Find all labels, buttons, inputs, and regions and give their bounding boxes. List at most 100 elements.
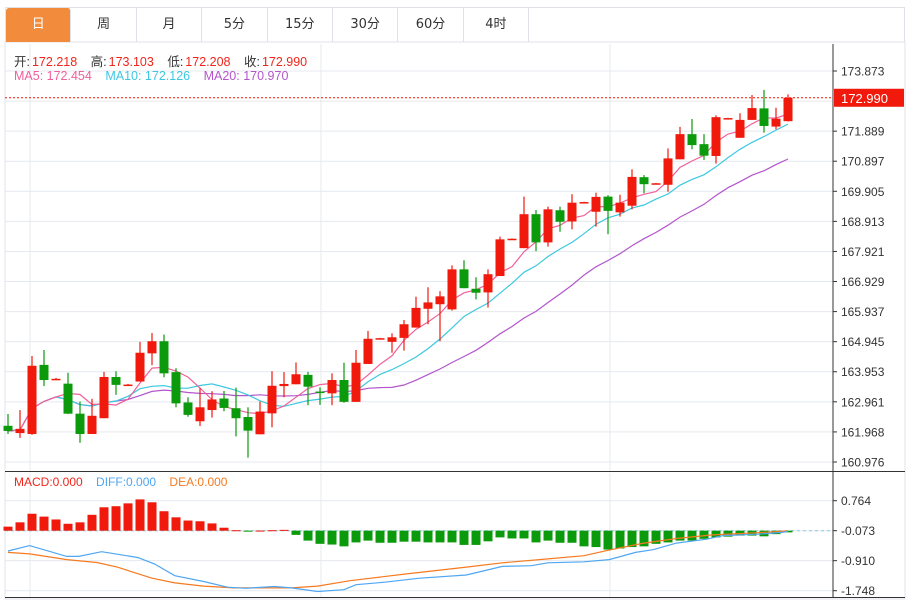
candle-body xyxy=(759,108,769,126)
macd-bar-negative xyxy=(363,530,373,541)
candle-body xyxy=(111,376,121,385)
macd-bar-negative xyxy=(543,530,553,541)
candle-body xyxy=(447,269,457,310)
candle-down xyxy=(339,362,349,403)
price-tick-label: 161.968 xyxy=(841,425,885,439)
candle-body xyxy=(639,177,649,185)
macd-bar-positive xyxy=(123,503,133,531)
candle-body xyxy=(51,378,61,381)
macd-legend-value: MACD:0.000 xyxy=(14,475,83,489)
candle-up xyxy=(351,350,361,402)
tab-7[interactable]: 4时 xyxy=(464,8,530,42)
macd-bar-positive xyxy=(99,507,109,531)
candle-body xyxy=(159,341,169,374)
macd-bar-positive xyxy=(135,499,145,531)
macd-bar-negative xyxy=(519,530,529,539)
candle-up xyxy=(735,113,745,138)
ma20-legend: MA20: 170.970 xyxy=(203,69,289,83)
low-value: 172.208 xyxy=(185,55,231,69)
macd-tick-label: -1.748 xyxy=(841,584,875,598)
candle-body xyxy=(663,158,673,185)
price-tick-label: 165.937 xyxy=(841,305,885,319)
candle-down xyxy=(39,350,49,387)
candle-body xyxy=(615,202,625,213)
candle-body xyxy=(495,239,505,277)
candle-up xyxy=(327,373,337,406)
candle-body xyxy=(339,380,349,402)
tab-0[interactable]: 日 xyxy=(6,8,72,42)
candle-body xyxy=(171,372,181,404)
tab-1[interactable]: 周 xyxy=(71,8,137,42)
candle-body xyxy=(603,196,613,211)
macd-bar-positive xyxy=(3,526,13,531)
candle-body xyxy=(783,97,793,122)
candle-body xyxy=(519,214,529,249)
candle-up xyxy=(675,126,685,160)
macd-bar-negative xyxy=(699,530,709,539)
candle-down xyxy=(159,334,169,378)
candle-up xyxy=(711,115,721,164)
candle-body xyxy=(387,337,397,342)
high-value: 173.103 xyxy=(108,55,154,69)
candle-body xyxy=(15,428,25,434)
candle-body xyxy=(87,415,97,434)
candle-body xyxy=(291,374,301,385)
open-label: 开: xyxy=(14,55,30,69)
macd-bar-negative xyxy=(495,530,505,538)
candle-down xyxy=(63,372,73,414)
macd-bar-positive xyxy=(255,530,265,532)
candle-down xyxy=(603,195,613,235)
tab-5[interactable]: 30分 xyxy=(333,8,399,42)
candle-up xyxy=(267,371,277,428)
tab-2[interactable]: 月 xyxy=(137,8,203,42)
candle-up xyxy=(387,333,397,353)
macd-bar-positive xyxy=(87,514,97,531)
diff-legend-value: DIFF:0.000 xyxy=(96,475,157,489)
ohlc-legend: 开: 172.218 高: 173.103 低: 172.208 收: 172.990 xyxy=(14,51,317,70)
tab-4[interactable]: 15分 xyxy=(268,8,333,42)
price-tick-label: 169.905 xyxy=(841,185,885,199)
kline-chart[interactable]: 173.873 171.889 170.897 169.905 168.913 167.9… xyxy=(0,0,910,602)
candle-up xyxy=(255,401,265,435)
candle-up xyxy=(363,330,373,364)
candle-up xyxy=(495,236,505,277)
candle-up xyxy=(135,341,145,382)
ma-legend: MA5: 172.454 MA10: 172.126 MA20: 170.970 xyxy=(14,69,290,83)
candle-body xyxy=(99,376,109,419)
candle-body xyxy=(3,425,13,431)
candle-body xyxy=(531,214,541,243)
ma20-line xyxy=(7,158,789,432)
candle-up xyxy=(627,169,637,210)
candle-up xyxy=(567,194,577,230)
candle-up xyxy=(507,238,517,241)
macd-bar-negative xyxy=(339,530,349,547)
price-tick-label: 164.945 xyxy=(841,335,885,349)
macd-bar-negative xyxy=(567,530,577,543)
macd-bar-negative xyxy=(351,530,361,543)
tab-6[interactable]: 60分 xyxy=(398,8,464,42)
price-tick-label: 166.929 xyxy=(841,275,885,289)
macd-bar-negative xyxy=(687,530,697,541)
price-tick-label: 162.961 xyxy=(841,395,885,409)
macd-bar-negative xyxy=(291,530,301,535)
price-tick-label: 163.953 xyxy=(841,365,885,379)
candle-body xyxy=(459,269,469,289)
macd-bar-negative xyxy=(243,530,253,532)
macd-bar-positive xyxy=(231,530,241,532)
candle-body xyxy=(543,209,553,243)
candle-down xyxy=(243,407,253,458)
candle-body xyxy=(711,117,721,156)
candle-down xyxy=(759,89,769,133)
macd-bar-positive xyxy=(147,502,157,531)
candle-body xyxy=(699,144,709,156)
candle-body xyxy=(747,108,757,120)
candle-body xyxy=(483,274,493,293)
macd-tick-label: -0.073 xyxy=(841,524,875,538)
candle-body xyxy=(63,383,73,414)
macd-bar-negative xyxy=(423,530,433,543)
candle-up xyxy=(615,194,625,217)
candle-up xyxy=(291,362,301,385)
macd-bar-positive xyxy=(183,520,193,531)
tab-3[interactable]: 5分 xyxy=(202,8,268,42)
candle-body xyxy=(555,210,565,222)
